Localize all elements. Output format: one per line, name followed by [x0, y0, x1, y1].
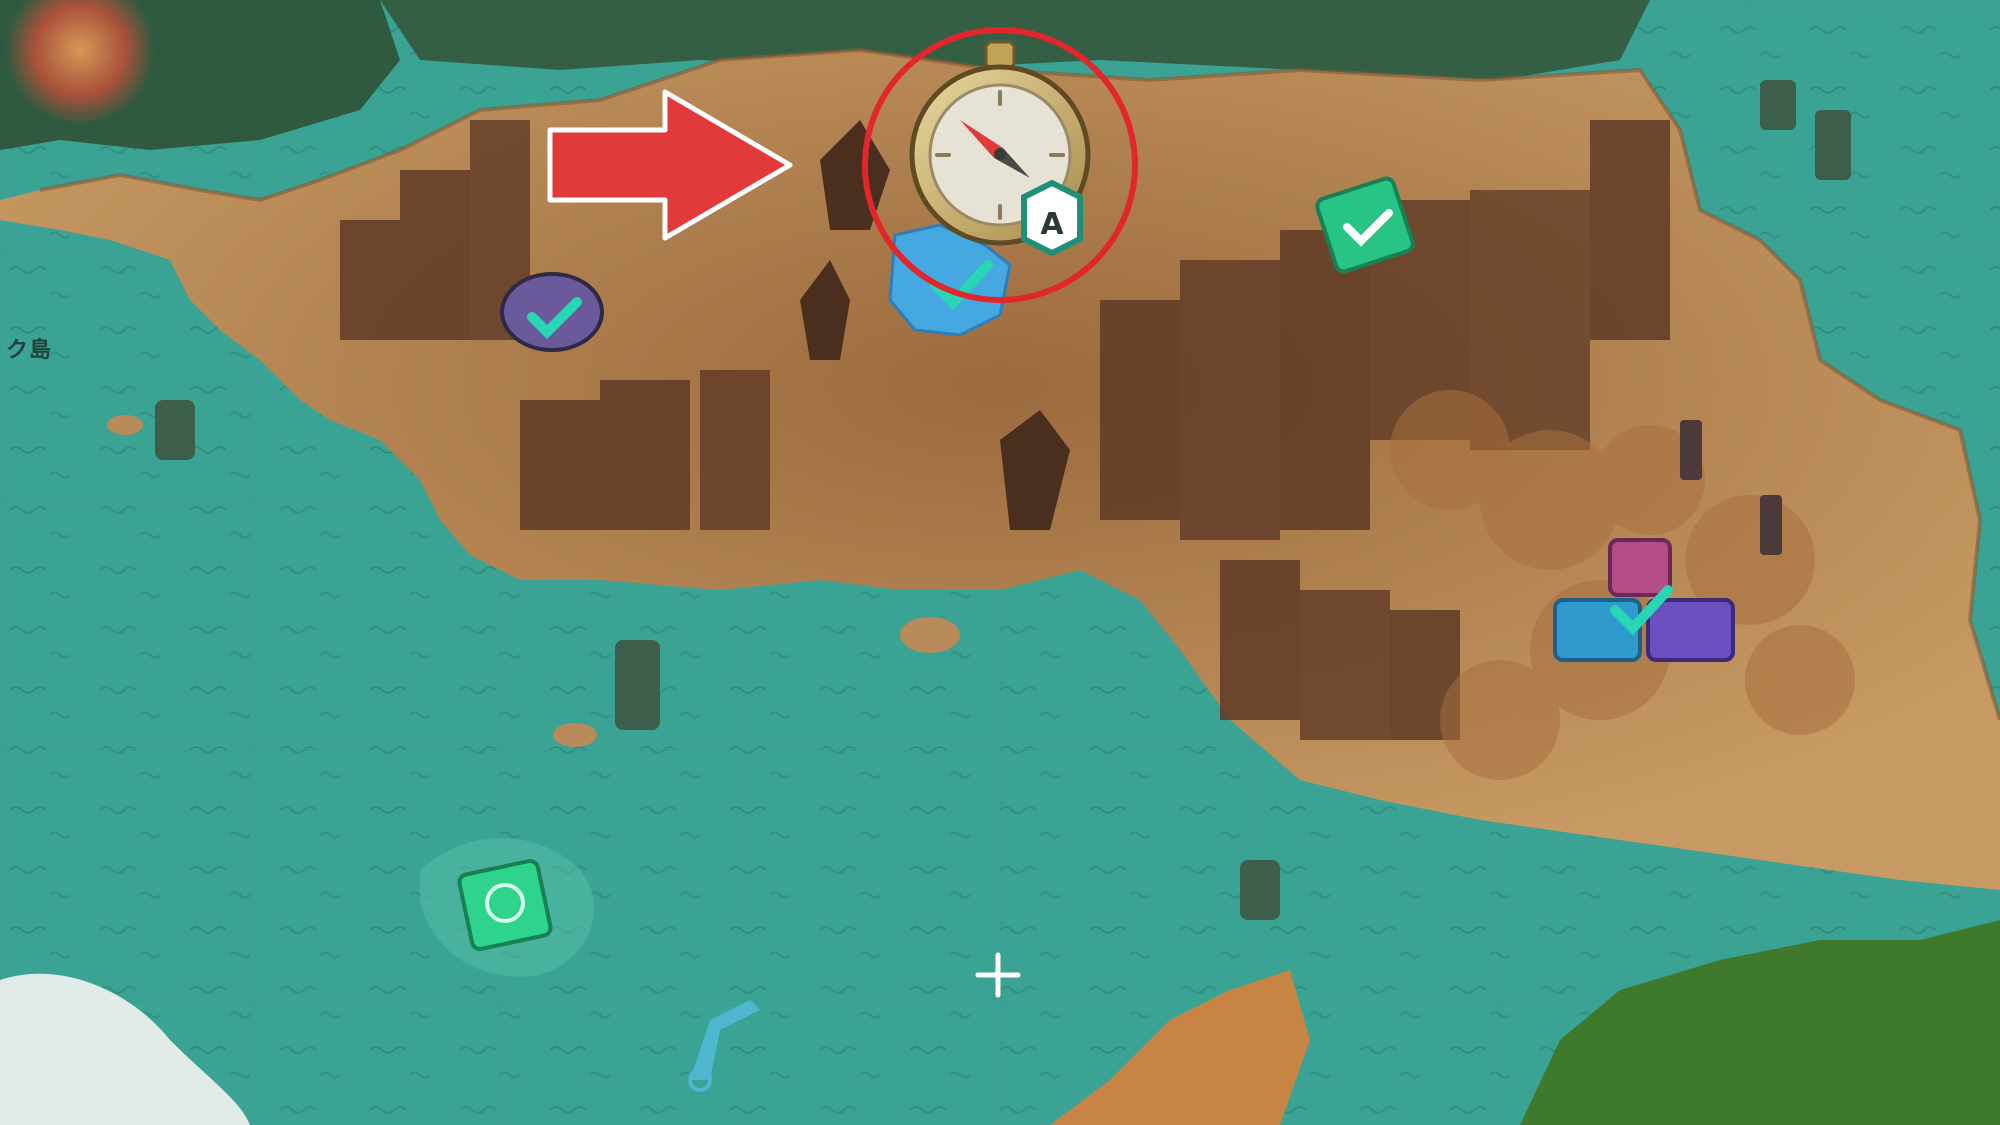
water-source-button[interactable] [888, 222, 1013, 337]
journal-quest-north-button[interactable] [1318, 180, 1413, 275]
treasure-chest-button[interactable] [1552, 536, 1737, 664]
region-label: ク島 [6, 338, 53, 363]
bottle-quest-button[interactable] [500, 272, 605, 354]
journal-quest-south-button[interactable] [458, 858, 553, 953]
